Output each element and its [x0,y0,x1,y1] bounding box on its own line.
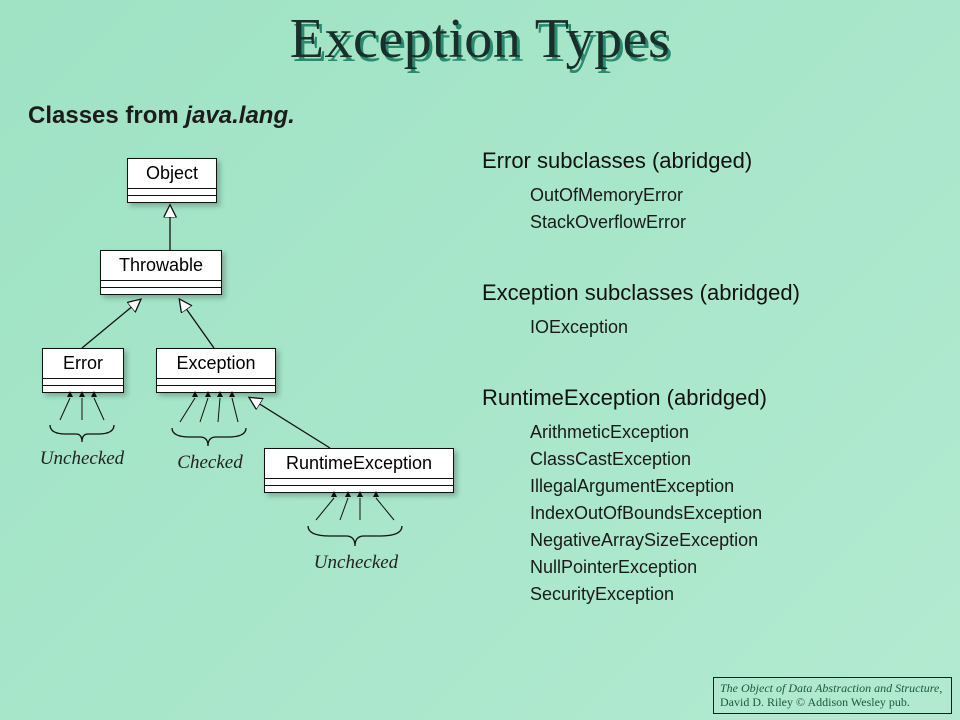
section-heading: RuntimeException (abridged) [482,385,942,411]
section-items: OutOfMemoryError StackOverflowError [530,182,942,236]
section-heading: Error subclasses (abridged) [482,148,942,174]
label-unchecked-error: Unchecked [36,448,128,470]
list-item: SecurityException [530,581,942,608]
label-unchecked-runtime: Unchecked [308,552,404,574]
title-text: Exception Types [290,7,670,71]
section-items: ArithmeticException ClassCastException I… [530,419,942,608]
list-item: IndexOutOfBoundsException [530,500,942,527]
list-item: NullPointerException [530,554,942,581]
list-item: IllegalArgumentException [530,473,942,500]
subclass-lists: Error subclasses (abridged) OutOfMemoryE… [482,148,942,614]
uml-name: Object [128,159,216,188]
list-item: ClassCastException [530,446,942,473]
subtitle-package: java.lang. [185,102,294,129]
subtitle: Classes from java.lang. [28,102,295,130]
section-heading: Exception subclasses (abridged) [482,280,942,306]
uml-box-throwable: Throwable [100,250,222,295]
list-item: IOException [530,314,942,341]
section-items: IOException [530,314,942,341]
label-checked: Checked [166,452,254,474]
uml-box-error: Error [42,348,124,393]
citation-book: The Object of Data Abstraction and Struc… [720,681,939,695]
uml-name: Exception [157,349,275,378]
citation-box: The Object of Data Abstraction and Struc… [713,677,952,714]
uml-box-runtimeexception: RuntimeException [264,448,454,493]
uml-name: Error [43,349,123,378]
subtitle-prefix: Classes from [28,102,185,129]
list-item: OutOfMemoryError [530,182,942,209]
list-item: ArithmeticException [530,419,942,446]
list-item: NegativeArraySizeException [530,527,942,554]
slide: Exception Types Exception Types Classes … [0,0,960,720]
uml-name: Throwable [101,251,221,280]
list-item: StackOverflowError [530,209,942,236]
uml-box-object: Object [127,158,217,203]
uml-name: RuntimeException [265,449,453,478]
uml-box-exception: Exception [156,348,276,393]
